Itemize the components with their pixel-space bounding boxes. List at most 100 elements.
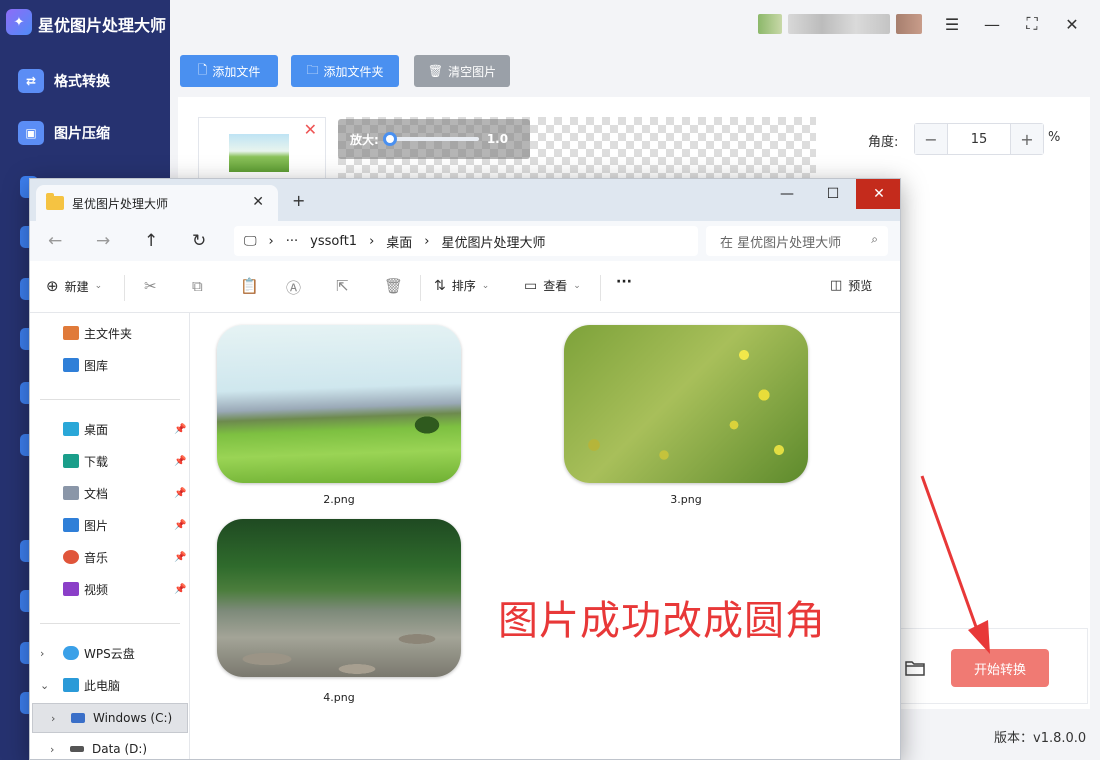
trash-icon: 🗑 [427, 64, 444, 78]
chevron-down-icon: ⌄ [481, 280, 490, 291]
breadcrumb-item[interactable]: 桌面 [386, 232, 412, 251]
pin-icon[interactable]: 📌 [174, 552, 186, 563]
nav-item-gallery[interactable]: 图库 [30, 353, 190, 377]
nav-item-pictures[interactable]: 图片 📌 [30, 513, 190, 537]
nav-item-music[interactable]: 音乐 📌 [30, 545, 190, 569]
rename-icon[interactable]: Ⓐ [286, 277, 301, 298]
file-name[interactable]: 4.png [217, 691, 461, 704]
breadcrumb-overflow[interactable]: ··· [286, 234, 298, 249]
angle-label: 角度: [868, 135, 899, 150]
nav-item-desktop[interactable]: 桌面 📌 [30, 417, 190, 441]
close-tab-icon[interactable]: ✕ [252, 194, 264, 210]
divider [600, 275, 601, 301]
vip-badge [896, 14, 922, 34]
breadcrumb-item[interactable]: yssoft1 [310, 234, 357, 249]
maximize-icon[interactable]: ⛶ [1020, 12, 1044, 36]
delete-icon[interactable]: 🗑 [384, 277, 403, 295]
maximize-icon[interactable]: ☐ [810, 179, 856, 209]
breadcrumb-separator-icon: › [268, 233, 274, 249]
app-title: 星优图片处理大师 [38, 16, 167, 35]
chevron-right-icon[interactable]: › [40, 647, 44, 660]
decrement-button[interactable]: − [915, 124, 947, 154]
zoom-label: 放大: [350, 132, 379, 147]
folder-icon [46, 193, 64, 210]
pin-icon[interactable]: 📌 [174, 520, 186, 531]
desktop-icon [63, 422, 79, 436]
thumbnail-image [229, 134, 289, 172]
angle-input[interactable]: 15 [947, 124, 1011, 154]
nav-item-this-pc[interactable]: ⌄ 此电脑 [30, 673, 190, 697]
file-thumbnail[interactable] [217, 519, 461, 677]
drive-icon [70, 746, 84, 752]
refresh-icon[interactable]: ↻ [192, 231, 206, 251]
minimize-icon[interactable]: — [980, 12, 1004, 36]
chevron-right-icon[interactable]: › [51, 712, 55, 725]
gallery-icon [63, 358, 79, 372]
user-account[interactable] [758, 12, 922, 36]
settings-sliders-icon[interactable]: ☰ [940, 12, 964, 36]
home-icon [63, 326, 79, 340]
file-name[interactable]: 2.png [217, 493, 461, 506]
sidebar-item-format-convert[interactable]: ⇄ 格式转换 [18, 66, 168, 96]
remove-icon[interactable]: ✕ [304, 120, 317, 139]
search-input[interactable]: 在 星优图片处理大师 ⌕ [706, 226, 888, 256]
nav-item-videos[interactable]: 视频 📌 [30, 577, 190, 601]
minimize-icon[interactable]: — [764, 179, 810, 209]
clear-images-button[interactable]: 🗑 清空图片 [414, 55, 510, 87]
zoom-slider[interactable] [382, 132, 479, 146]
nav-item-wps-cloud[interactable]: › WPS云盘 [30, 641, 190, 665]
nav-item-documents[interactable]: 文档 📌 [30, 481, 190, 505]
chevron-down-icon: ⌄ [94, 281, 103, 291]
pin-icon[interactable]: 📌 [174, 584, 186, 595]
share-icon[interactable]: ⇱ [336, 277, 349, 295]
increment-button[interactable]: + [1011, 124, 1043, 154]
back-arrow-icon[interactable]: ← [48, 231, 62, 251]
new-button[interactable]: ⊕ 新建 ⌄ [46, 277, 102, 295]
divider [124, 275, 125, 301]
new-tab-icon[interactable]: + [292, 191, 305, 210]
zoom-slider-handle[interactable] [382, 132, 397, 146]
close-icon[interactable]: ✕ [1060, 12, 1084, 36]
up-arrow-icon[interactable]: ↑ [144, 231, 158, 251]
address-bar[interactable]: 🖵 › ··· yssoft1 › 桌面 › 星优图片处理大师 [234, 226, 698, 256]
video-icon [63, 582, 79, 596]
add-folder-button[interactable]: 🗀 添加文件夹 [291, 55, 399, 87]
annotation-text: 图片成功改成圆角 [498, 598, 826, 644]
sort-button[interactable]: ⇅ 排序 ⌄ [434, 277, 489, 294]
nav-item-drive-c[interactable]: › Windows (C:) [32, 703, 188, 733]
breadcrumb-item[interactable]: 星优图片处理大师 [442, 232, 546, 251]
sidebar-item-label: 图片压缩 [54, 126, 110, 142]
angle-stepper[interactable]: − 15 + [914, 123, 1044, 155]
pictures-icon [63, 518, 79, 532]
nav-item-downloads[interactable]: 下载 📌 [30, 449, 190, 473]
drive-icon [71, 713, 85, 723]
more-options-button[interactable]: ··· [616, 274, 632, 290]
annotation-arrow [920, 475, 990, 654]
sidebar-item-label: 格式转换 [54, 74, 110, 90]
pin-icon[interactable]: 📌 [174, 456, 186, 467]
pin-icon[interactable]: 📌 [174, 488, 186, 499]
explorer-tab[interactable]: 星优图片处理大师 ✕ [36, 185, 278, 221]
file-thumbnail[interactable] [217, 325, 461, 483]
nav-item-drive-d[interactable]: › Data (D:) [30, 737, 190, 759]
download-icon [63, 454, 79, 468]
file-thumbnail[interactable] [564, 325, 808, 483]
paste-icon[interactable]: 📋 [240, 277, 259, 295]
divider [40, 399, 180, 400]
angle-unit: % [1048, 130, 1061, 145]
forward-arrow-icon[interactable]: → [96, 231, 110, 251]
add-file-button[interactable]: 🗋 添加文件 [180, 55, 278, 87]
close-icon[interactable]: ✕ [856, 179, 900, 209]
chevron-down-icon[interactable]: ⌄ [40, 679, 49, 692]
file-name[interactable]: 3.png [564, 493, 808, 506]
cut-icon[interactable]: ✂ [144, 277, 157, 295]
chevron-right-icon[interactable]: › [50, 743, 54, 756]
copy-icon[interactable]: ⧉ [192, 277, 203, 295]
pin-icon[interactable]: 📌 [174, 424, 186, 435]
view-button[interactable]: ▭ 查看 ⌄ [524, 277, 581, 294]
breadcrumb-separator-icon: › [424, 233, 430, 249]
preview-pane-button[interactable]: ◫ 预览 [830, 277, 872, 294]
nav-item-home[interactable]: 主文件夹 [30, 321, 190, 345]
sidebar-item-compress[interactable]: ▣ 图片压缩 [18, 118, 168, 148]
music-icon [63, 550, 79, 564]
